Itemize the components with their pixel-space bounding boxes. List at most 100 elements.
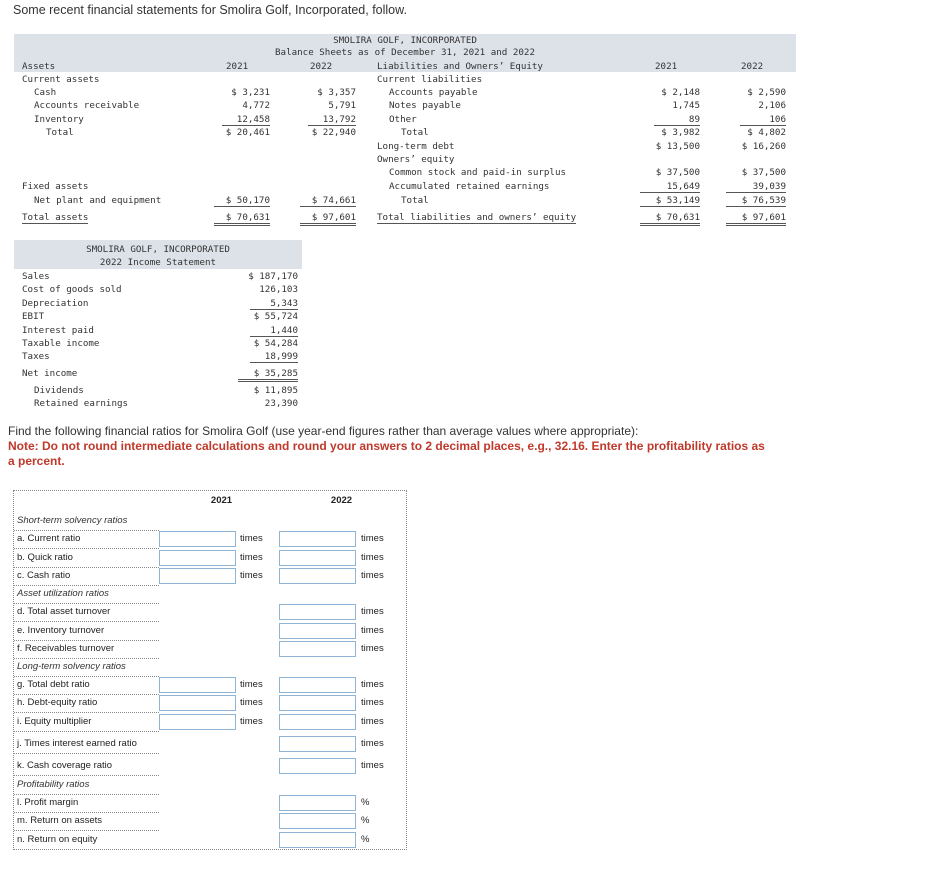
bs-right-v2: $ 97,601 <box>726 212 786 226</box>
answer-input-2021[interactable] <box>159 677 236 693</box>
answer-input-2021[interactable] <box>159 531 236 547</box>
unit-label-2021: times <box>240 716 263 727</box>
bs-left-v1: 12,458 <box>222 114 270 126</box>
bs-left-label: Fixed assets <box>22 181 89 192</box>
bs-right-v1: $ 37,500 <box>655 167 700 178</box>
bs-right-v2: $ 4,802 <box>747 127 786 138</box>
bs-right-v2: $ 16,260 <box>741 141 786 152</box>
answer-input-2022[interactable] <box>279 832 356 848</box>
bs-right-v1: 15,649 <box>640 181 700 193</box>
bs-right-v1: $ 3,982 <box>661 127 700 138</box>
bs-left-v1: $ 70,631 <box>214 212 270 226</box>
is-label: Sales <box>22 271 50 282</box>
ratio-label: h. Debt-equity ratio <box>17 697 98 708</box>
row-divider <box>14 731 159 732</box>
is-label: Retained earnings <box>34 398 129 409</box>
ratio-label: a. Current ratio <box>17 533 81 544</box>
unit-label-2022: times <box>361 738 384 749</box>
bs-left-label: Accounts receivable <box>34 100 140 111</box>
ratio-row: g. Total debt ratio times times <box>14 676 406 695</box>
answer-input-2022[interactable] <box>279 695 356 711</box>
is-value: 1,440 <box>250 325 298 337</box>
unit-label-2021: times <box>240 552 263 563</box>
answer-input-2022[interactable] <box>279 758 356 774</box>
is-company: SMOLIRA GOLF, INCORPORATED <box>86 244 230 255</box>
is-value: 18,999 <box>250 351 298 363</box>
ratio-row: a. Current ratio times times <box>14 530 406 549</box>
ratio-row: i. Equity multiplier times times <box>14 713 406 732</box>
bs-left-v1: $ 20,461 <box>225 127 270 138</box>
answer-input-2022[interactable] <box>279 604 356 620</box>
unit-label-2021: times <box>240 533 263 544</box>
answer-input-2021[interactable] <box>159 695 236 711</box>
ratio-row: f. Receivables turnover times <box>14 640 406 659</box>
answer-input-2022[interactable] <box>279 677 356 693</box>
bs-right-v2: 2,106 <box>758 100 786 111</box>
ratio-row: n. Return on equity% <box>14 831 406 850</box>
unit-label-2022: times <box>361 606 384 617</box>
bs-year1-left: 2021 <box>226 61 249 72</box>
col-header-2021: 2021 <box>210 495 233 506</box>
unit-label-2022: times <box>361 625 384 636</box>
bs-left-label: Total assets <box>22 212 89 224</box>
answer-input-2022[interactable] <box>279 795 356 811</box>
col-header-2022: 2022 <box>330 495 353 506</box>
is-value: $ 11,895 <box>253 385 298 396</box>
answer-input-2022[interactable] <box>279 623 356 639</box>
bs-right-label: Accounts payable <box>389 87 478 98</box>
bs-right-v1: 1,745 <box>672 100 700 111</box>
bs-left-label: Total <box>46 127 74 138</box>
bs-left-label: Cash <box>34 87 57 98</box>
bs-company: SMOLIRA GOLF, INCORPORATED <box>333 35 477 46</box>
ratio-label: f. Receivables turnover <box>17 643 115 654</box>
bs-right-v2: 106 <box>740 114 786 126</box>
ratio-row: d. Total asset turnover times <box>14 603 406 622</box>
is-value: $ 55,724 <box>253 311 298 322</box>
unit-label-2022: times <box>361 716 384 727</box>
bs-right-label: Other <box>389 114 417 125</box>
section-label: Short-term solvency ratios <box>17 515 128 526</box>
answer-input-2022[interactable] <box>279 736 356 752</box>
bs-left-v2: 13,792 <box>308 114 356 126</box>
bs-right-label: Current liabilities <box>377 74 483 85</box>
bs-right-label: Accumulated retained earnings <box>389 181 550 192</box>
is-label: Dividends <box>34 385 84 396</box>
bs-year1-right: 2021 <box>655 61 678 72</box>
answer-input-2021[interactable] <box>159 568 236 584</box>
bs-right-v1: $ 2,148 <box>661 87 700 98</box>
ratio-label: e. Inventory turnover <box>17 625 105 636</box>
ratio-row: m. Return on assets% <box>14 812 406 831</box>
ratio-section-heading: Long-term solvency ratios <box>14 658 406 677</box>
unit-label-2022: times <box>361 697 384 708</box>
bs-liab-header: Liabilities and Owners’ Equity <box>377 61 543 72</box>
unit-label-2022: % <box>361 834 370 845</box>
is-label: Taxable income <box>22 338 100 349</box>
is-value: $ 54,284 <box>253 338 298 349</box>
bs-left-v1: 4,772 <box>242 100 270 111</box>
section-label: Profitability ratios <box>17 779 90 790</box>
section-label: Long-term solvency ratios <box>17 661 126 672</box>
ratio-section-heading: Asset utilization ratios <box>14 585 406 604</box>
section-label: Asset utilization ratios <box>17 588 109 599</box>
bs-right-v2: $ 37,500 <box>741 167 786 178</box>
answer-input-2022[interactable] <box>279 550 356 566</box>
unit-label-2022: % <box>361 815 370 826</box>
bs-right-v2: 39,039 <box>726 181 786 193</box>
bs-right-v1: $ 53,149 <box>640 195 700 207</box>
ratio-row: e. Inventory turnover times <box>14 622 406 641</box>
answer-input-2021[interactable] <box>159 714 236 730</box>
is-label: EBIT <box>22 311 45 322</box>
bs-right-label: Common stock and paid-in surplus <box>389 167 567 178</box>
is-value: 23,390 <box>264 398 298 409</box>
ratio-label: j. Times interest earned ratio <box>17 738 137 749</box>
answer-input-2021[interactable] <box>159 550 236 566</box>
ratio-row: c. Cash ratio times times <box>14 567 406 586</box>
answer-input-2022[interactable] <box>279 813 356 829</box>
answer-input-2022[interactable] <box>279 641 356 657</box>
ratio-section-heading: Short-term solvency ratios <box>14 512 406 531</box>
bs-right-v2: $ 2,590 <box>747 87 786 98</box>
bs-right-label: Total <box>401 195 429 206</box>
answer-input-2022[interactable] <box>279 531 356 547</box>
answer-input-2022[interactable] <box>279 714 356 730</box>
answer-input-2022[interactable] <box>279 568 356 584</box>
